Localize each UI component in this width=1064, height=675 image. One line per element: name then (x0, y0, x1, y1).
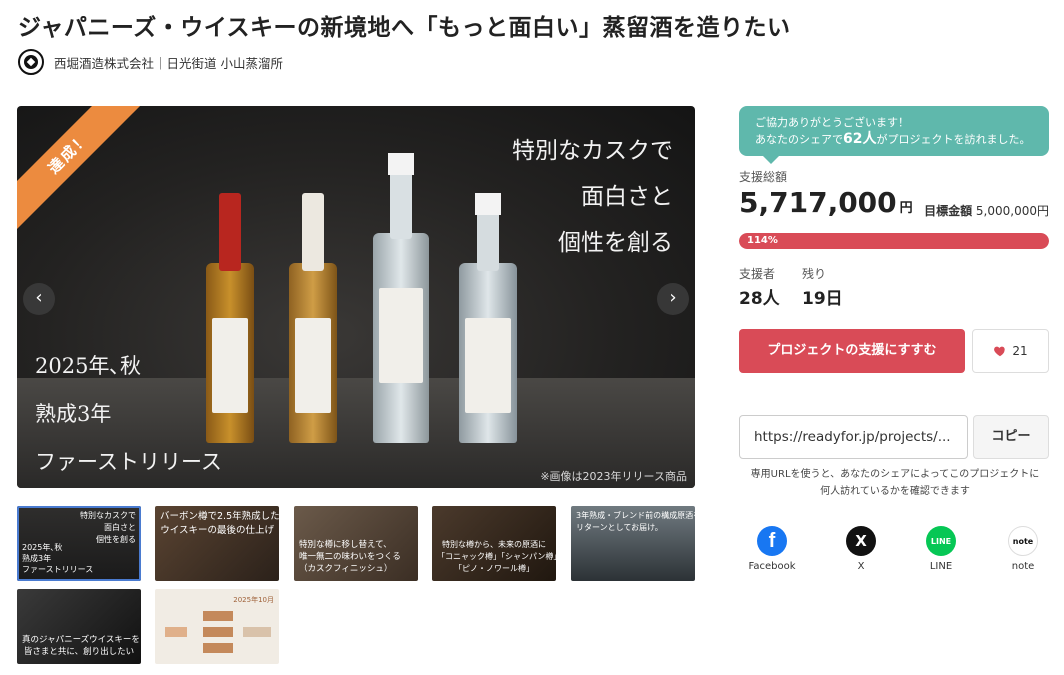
total-label: 支援総額 (739, 170, 788, 184)
owner-row[interactable]: 西堀酒造株式会社｜日光街道 小山蒸溜所 (18, 48, 283, 76)
thumbnail-text: 特別な樽に移し替えて、 唯一無二の味わいをつくる （カスクフィニッシュ） (299, 540, 401, 574)
share-x[interactable]: X X (831, 526, 891, 572)
remaining-label: 残り (802, 267, 827, 281)
hero-note: ※画像は2023年リリース商品 (540, 470, 687, 483)
social-label: LINE (929, 561, 953, 572)
owner-name[interactable]: 西堀酒造株式会社｜日光街道 小山蒸溜所 (54, 53, 283, 72)
url-note: 専用URLを使うと、あなたのシェアによってこのプロジェクトに何人訪れているかを確… (750, 469, 1040, 497)
thumbnail-text: バーボン樽で2.5年熟成した ウイスキーの最後の仕上げ (160, 511, 279, 536)
progress-bar: 114% (739, 233, 1049, 249)
social-label: note (1011, 561, 1035, 572)
share-thanks-line1: ご協力ありがとうございます！ (755, 116, 909, 129)
thumbnail-text: 特別な樽から、未来の原酒に 「コニャック樽」「シャンパン樽」 「ピノ・ノワール樽… (437, 540, 556, 573)
thumbnail-text: 真のジャパニーズウイスキーを 皆さまと共に、創り出したい (22, 635, 140, 657)
x-icon: X (846, 526, 876, 556)
thumbnail-7[interactable]: 2025年10月 (155, 589, 279, 664)
social-label: X (857, 561, 865, 572)
share-thanks-line2: あなたのシェアで62人がプロジェクトを訪れました。 (755, 131, 1031, 147)
thumbnail-text: 2025年10月 (233, 596, 274, 604)
thumbnail-3[interactable]: 特別な樽に移し替えて、 唯一無二の味わいをつくる （カスクフィニッシュ） (294, 506, 418, 581)
copy-url-button[interactable]: コピー (973, 415, 1049, 459)
thumbnail-text: 2025年､秋 熟成3年 ファーストリリース (22, 543, 94, 574)
total-amount: 5,717,000 円 (739, 186, 913, 219)
share-facebook[interactable]: f Facebook (742, 526, 802, 572)
favorite-count: 21 (1012, 344, 1028, 358)
bottle-image (289, 193, 337, 443)
bottle-image (459, 193, 517, 443)
social-label: Facebook (748, 561, 796, 572)
facebook-icon: f (757, 526, 787, 556)
note-icon: note (1008, 526, 1038, 556)
thumbnail-1[interactable]: 特別なカスクで 面白さと 個性を創る 2025年､秋 熟成3年 ファーストリリー… (17, 506, 141, 581)
heart-icon (994, 346, 1006, 357)
thumbnail-2[interactable]: バーボン樽で2.5年熟成した ウイスキーの最後の仕上げ (155, 506, 279, 581)
share-url-field[interactable]: https://readyfor.jp/projects/... (739, 415, 968, 459)
project-title: ジャパニーズ・ウイスキーの新境地へ「もっと面白い」蒸留酒を造りたい (18, 15, 791, 41)
carousel-next-button[interactable]: › (657, 283, 689, 315)
line-icon: LINE (926, 526, 956, 556)
supporters-value: 28人 (739, 289, 780, 309)
remaining-value: 19日 (802, 289, 843, 309)
share-note[interactable]: note note (993, 526, 1053, 572)
owner-logo-icon[interactable] (18, 49, 44, 75)
hero-copy-right: 特別なカスクで 面白さと 個性を創る (512, 138, 673, 256)
thumbnail-6[interactable]: 真のジャパニーズウイスキーを 皆さまと共に、創り出したい (17, 589, 141, 664)
supporters-label: 支援者 (739, 267, 776, 281)
carousel-prev-button[interactable]: ‹ (23, 283, 55, 315)
thumbnail-text: 特別なカスクで 面白さと 個性を創る (80, 511, 136, 544)
thumbnail-5[interactable]: 3年熟成・ブレンド前の構成原酒を リターンとしてお届け。 (571, 506, 695, 581)
hero-image: 達成！ 特別なカスクで 面白さと 個性を創る 2025年､秋 熟成3年 ファース… (17, 106, 695, 488)
share-thanks-banner: ご協力ありがとうございます！ あなたのシェアで62人がプロジェクトを訪れました。 (739, 106, 1049, 164)
thumbnail-4[interactable]: 特別な樽から、未来の原酒に 「コニャック樽」「シャンパン樽」 「ピノ・ノワール樽… (432, 506, 556, 581)
goal-amount: 目標金額 5,000,000円 (924, 204, 1049, 218)
progress-fill (739, 233, 1049, 249)
share-line[interactable]: LINE LINE (911, 526, 971, 572)
support-project-button[interactable]: プロジェクトの支援にすすむ (739, 329, 965, 373)
favorite-button[interactable]: 21 (972, 329, 1049, 373)
achieved-ribbon: 達成！ (17, 106, 152, 236)
bottle-image (373, 153, 429, 443)
progress-percent: 114% (747, 235, 778, 246)
thumbnail-text: 3年熟成・ブレンド前の構成原酒を リターンとしてお届け。 (576, 511, 695, 532)
hero-copy-left: 2025年､秋 熟成3年 ファーストリリース (35, 354, 222, 474)
